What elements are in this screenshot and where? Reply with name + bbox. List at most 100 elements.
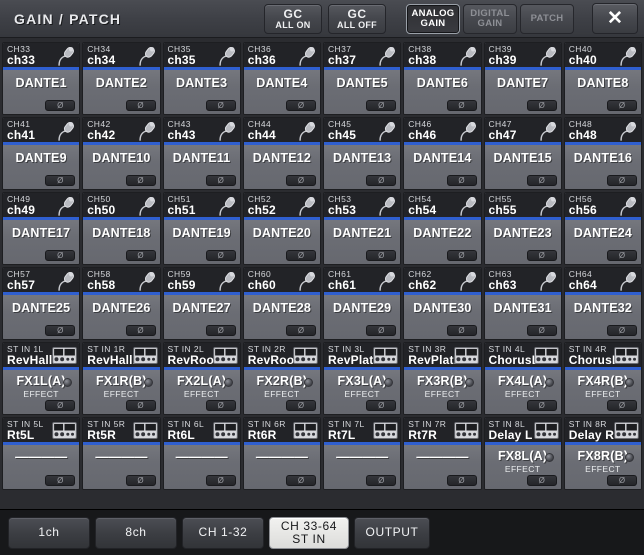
gain-knob-indicator[interactable]	[304, 378, 313, 387]
channel-strip[interactable]: CH47 ch47 DANTE15 Ø	[483, 117, 562, 190]
digital-gain-button[interactable]: DIGITAL GAIN	[463, 3, 517, 34]
patch-label[interactable]: DANTE27	[164, 301, 240, 315]
patch-label[interactable]: DANTE11	[164, 151, 240, 165]
channel-strip-header[interactable]: ST IN 5L Rt5L	[3, 418, 80, 445]
patch-label[interactable]: ————	[244, 449, 320, 464]
channel-strip[interactable]: CH48 ch48 DANTE16 Ø	[563, 117, 642, 190]
channel-strip[interactable]: CH59 ch59 DANTE27 Ø	[162, 267, 241, 340]
phase-invert-button[interactable]: Ø	[366, 475, 397, 486]
phase-invert-button[interactable]: Ø	[125, 175, 156, 186]
channel-strip-header[interactable]: CH46 ch46	[404, 118, 481, 145]
phase-invert-button[interactable]: Ø	[286, 100, 316, 111]
patch-label[interactable]: DANTE29	[324, 301, 400, 315]
phase-invert-button[interactable]: Ø	[366, 325, 397, 336]
channel-strip-header[interactable]: CH35 ch35	[163, 43, 240, 70]
tab-8ch[interactable]: 8ch	[95, 516, 177, 549]
channel-strip[interactable]: CH33 ch33 DANTE1 Ø	[2, 42, 81, 115]
channel-strip-header[interactable]: ST IN 6R Rt6R	[243, 418, 320, 445]
patch-label[interactable]: DANTE23	[485, 226, 561, 240]
channel-strip[interactable]: ST IN 3R RevPlatR FX3R(B) EFFECT Ø	[403, 342, 482, 415]
tab-output[interactable]: OUTPUT	[354, 516, 430, 549]
channel-strip-header[interactable]: ST IN 5R Rt5R	[83, 418, 160, 445]
patch-label[interactable]: DANTE4	[244, 76, 320, 90]
channel-strip-header[interactable]: CH34 ch34	[83, 43, 160, 70]
patch-label[interactable]: ————	[83, 449, 159, 464]
channel-strip-header[interactable]: ST IN 2R RevRoomR	[243, 343, 320, 370]
channel-strip[interactable]: CH36 ch36 DANTE4 Ø	[242, 42, 321, 115]
channel-strip[interactable]: CH44 ch44 DANTE12 Ø	[242, 117, 321, 190]
phase-invert-button[interactable]: Ø	[45, 325, 76, 336]
gain-knob-indicator[interactable]	[143, 378, 153, 387]
phase-invert-button[interactable]: Ø	[446, 475, 477, 486]
analog-gain-button[interactable]: ANALOG GAIN	[406, 3, 460, 34]
channel-strip[interactable]: ST IN 1L RevHallL FX1L(A) EFFECT Ø	[2, 342, 81, 415]
patch-label[interactable]: DANTE26	[83, 301, 159, 315]
phase-invert-button[interactable]: Ø	[607, 475, 637, 486]
patch-label[interactable]: DANTE8	[565, 76, 641, 90]
phase-invert-button[interactable]: Ø	[446, 175, 477, 186]
channel-strip[interactable]: CH40 ch40 DANTE8 Ø	[563, 42, 642, 115]
phase-invert-button[interactable]: Ø	[205, 325, 236, 336]
channel-strip-header[interactable]: CH59 ch59	[163, 268, 240, 295]
phase-invert-button[interactable]: Ø	[607, 325, 637, 336]
channel-strip-header[interactable]: CH37 ch37	[324, 43, 401, 70]
phase-invert-button[interactable]: Ø	[366, 400, 397, 411]
channel-strip[interactable]: CH52 ch52 DANTE20 Ø	[242, 192, 321, 265]
channel-strip-header[interactable]: CH61 ch61	[324, 268, 401, 295]
channel-strip[interactable]: ST IN 1R RevHallR FX1R(B) EFFECT Ø	[82, 342, 161, 415]
patch-label[interactable]: DANTE21	[324, 226, 400, 240]
channel-strip[interactable]: ST IN 5L Rt5L ———— Ø	[2, 417, 81, 490]
gain-knob-indicator[interactable]	[625, 378, 634, 387]
channel-strip-header[interactable]: CH44 ch44	[243, 118, 320, 145]
channel-strip-header[interactable]: CH62 ch62	[404, 268, 481, 295]
channel-strip-header[interactable]: CH63 ch63	[484, 268, 561, 295]
channel-strip[interactable]: ST IN 6L Rt6L ———— Ø	[162, 417, 241, 490]
patch-label[interactable]: DANTE24	[565, 226, 641, 240]
patch-label[interactable]: DANTE1	[3, 76, 79, 90]
patch-label[interactable]: DANTE7	[485, 76, 561, 90]
phase-invert-button[interactable]: Ø	[286, 175, 316, 186]
channel-strip[interactable]: ST IN 8R Delay R FX8R(B) EFFECT Ø	[563, 417, 642, 490]
gc-all-on-button[interactable]: GC ALL ON	[264, 3, 322, 34]
phase-invert-button[interactable]: Ø	[45, 250, 76, 261]
channel-strip-header[interactable]: ST IN 4L ChorusL	[484, 343, 561, 370]
channel-strip[interactable]: ST IN 7L Rt7L ———— Ø	[323, 417, 402, 490]
channel-strip[interactable]: CH51 ch51 DANTE19 Ø	[162, 192, 241, 265]
channel-strip-header[interactable]: CH58 ch58	[83, 268, 160, 295]
phase-invert-button[interactable]: Ø	[446, 100, 477, 111]
phase-invert-button[interactable]: Ø	[45, 400, 76, 411]
patch-label[interactable]: DANTE25	[3, 301, 79, 315]
channel-strip-header[interactable]: ST IN 4R ChorusR	[564, 343, 641, 370]
channel-strip[interactable]: CH43 ch43 DANTE11 Ø	[162, 117, 241, 190]
channel-strip[interactable]: CH45 ch45 DANTE13 Ø	[323, 117, 402, 190]
phase-invert-button[interactable]: Ø	[125, 475, 156, 486]
phase-invert-button[interactable]: Ø	[446, 325, 477, 336]
phase-invert-button[interactable]: Ø	[205, 475, 236, 486]
patch-label[interactable]: DANTE9	[3, 151, 79, 165]
patch-label[interactable]: DANTE17	[3, 226, 79, 240]
channel-strip[interactable]: ST IN 4R ChorusR FX4R(B) EFFECT Ø	[563, 342, 642, 415]
channel-strip[interactable]: CH37 ch37 DANTE5 Ø	[323, 42, 402, 115]
channel-strip[interactable]: CH53 ch53 DANTE21 Ø	[323, 192, 402, 265]
channel-strip-header[interactable]: CH43 ch43	[163, 118, 240, 145]
channel-strip-header[interactable]: ST IN 7R Rt7R	[404, 418, 481, 445]
channel-strip[interactable]: CH55 ch55 DANTE23 Ø	[483, 192, 562, 265]
phase-invert-button[interactable]: Ø	[205, 400, 236, 411]
patch-label[interactable]: DANTE3	[164, 76, 240, 90]
channel-strip-header[interactable]: CH60 ch60	[243, 268, 320, 295]
patch-label[interactable]: ————	[324, 449, 400, 464]
phase-invert-button[interactable]: Ø	[286, 325, 316, 336]
channel-strip-header[interactable]: CH47 ch47	[484, 118, 561, 145]
phase-invert-button[interactable]: Ø	[446, 400, 477, 411]
channel-strip[interactable]: ST IN 5R Rt5R ———— Ø	[82, 417, 161, 490]
channel-strip[interactable]: CH35 ch35 DANTE3 Ø	[162, 42, 241, 115]
channel-strip-header[interactable]: ST IN 1R RevHallR	[83, 343, 160, 370]
channel-strip[interactable]: CH61 ch61 DANTE29 Ø	[323, 267, 402, 340]
phase-invert-button[interactable]: Ø	[205, 100, 236, 111]
channel-strip[interactable]: CH49 ch49 DANTE17 Ø	[2, 192, 81, 265]
gain-knob-indicator[interactable]	[625, 453, 634, 462]
patch-label[interactable]: DANTE16	[565, 151, 641, 165]
phase-invert-button[interactable]: Ø	[526, 175, 557, 186]
channel-strip-header[interactable]: CH50 ch50	[83, 193, 160, 220]
channel-strip[interactable]: ST IN 2L RevRoomL FX2L(A) EFFECT Ø	[162, 342, 241, 415]
